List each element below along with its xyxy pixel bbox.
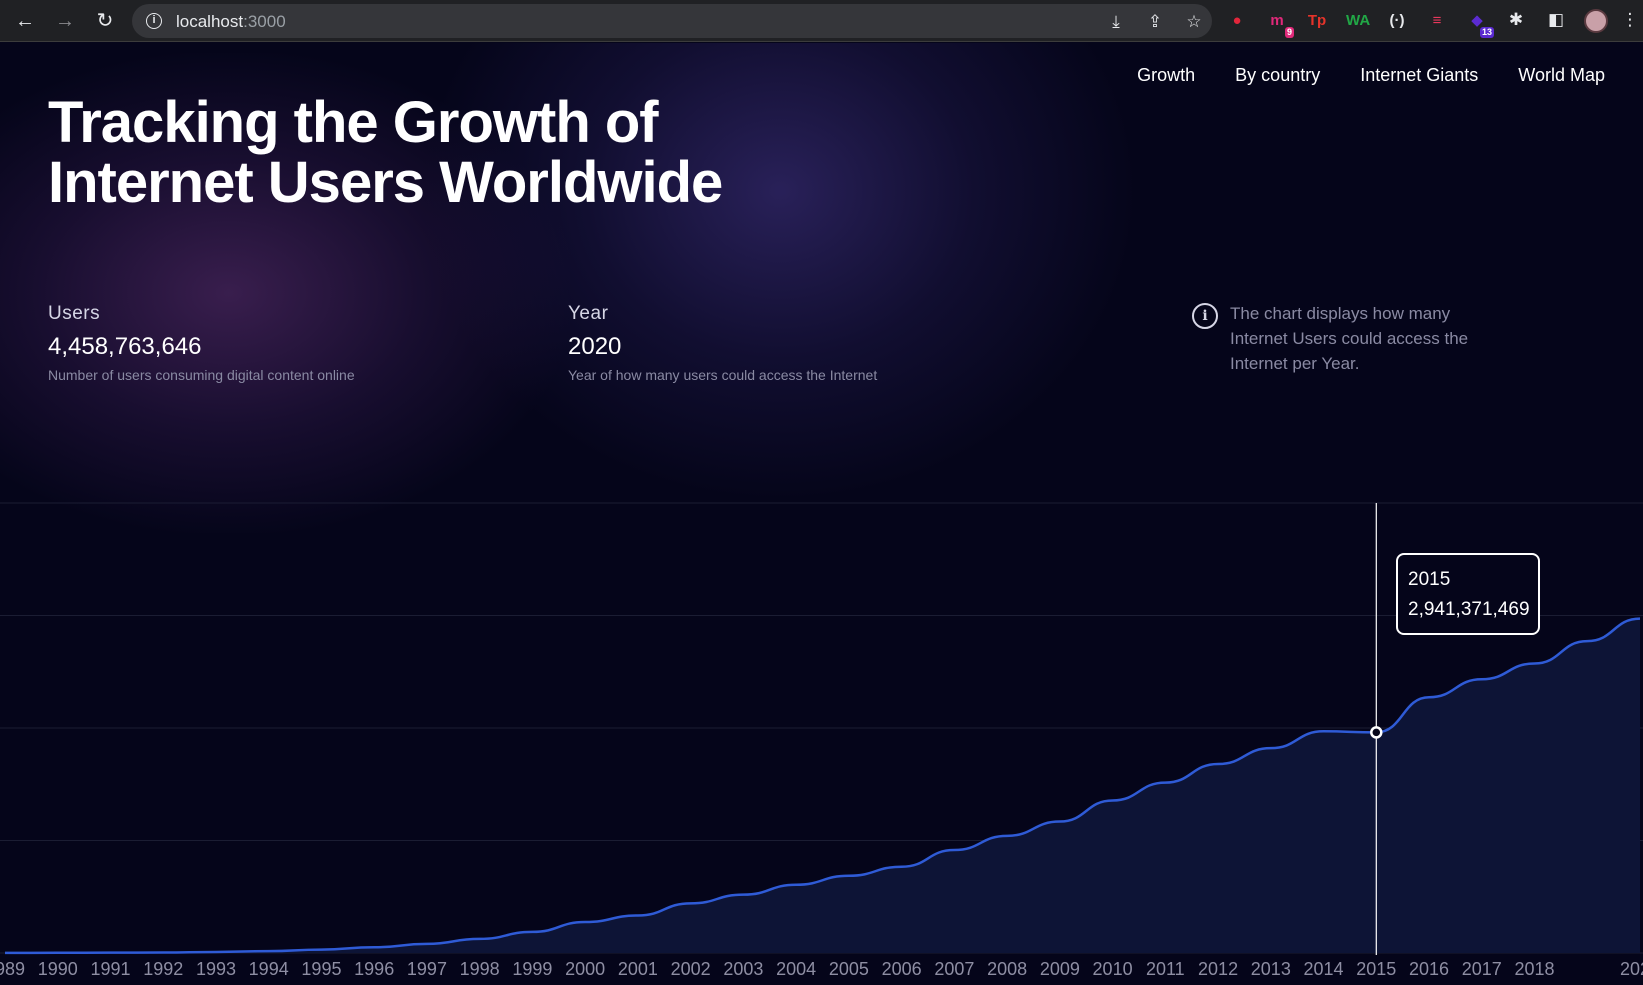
x-tick-label: 2006	[882, 959, 922, 979]
forward-arrow-icon[interactable]: →	[52, 8, 78, 34]
chart-tooltip: 2015 2,941,371,469	[1396, 553, 1540, 635]
x-tick-label: 2007	[934, 959, 974, 979]
x-tick-label: 2015	[1356, 959, 1396, 979]
x-tick-label: 1997	[407, 959, 447, 979]
bookmark-star-icon[interactable]: ☆	[1184, 12, 1204, 32]
x-tick-label: 2014	[1304, 959, 1344, 979]
x-tick-label: 2018	[1514, 959, 1554, 979]
browser-toolbar: ← → ↻ i localhost:3000 ⤓ ⇪ ☆ ● m 9 Tp WA (·) ≡…	[0, 0, 1643, 42]
tooltip-year: 2015	[1408, 569, 1451, 590]
x-tick-label: 2013	[1251, 959, 1291, 979]
adblock-extension-icon[interactable]: ●	[1226, 10, 1248, 32]
tooltip-value: 2,941,371,469	[1408, 599, 1530, 620]
x-tick-label: 2016	[1409, 959, 1449, 979]
x-tick-label: 1999	[512, 959, 552, 979]
reload-icon[interactable]: ↻	[92, 8, 118, 34]
extension-badge: 13	[1479, 27, 1494, 38]
url-port: :3000	[243, 12, 286, 31]
side-panel-icon[interactable]: ◧	[1546, 10, 1566, 30]
x-tick-label: 1995	[301, 959, 341, 979]
highlight-point	[1370, 726, 1383, 739]
x-tick-label: 1994	[249, 959, 289, 979]
page: Growth By country Internet Giants World …	[0, 43, 1643, 985]
x-tick-label: 2004	[776, 959, 816, 979]
x-tick-label: 1998	[460, 959, 500, 979]
extension-badge: 9	[1284, 27, 1294, 38]
x-tick-label: 2003	[723, 959, 763, 979]
profile-avatar[interactable]	[1584, 9, 1608, 33]
growth-chart[interactable]: 1989 1990 1991 1992 1993 1994 1995 1996 1997 1998…	[0, 43, 1643, 985]
x-tick-label: 2010	[1093, 959, 1133, 979]
x-tick-label: 2020	[1620, 959, 1643, 979]
share-icon[interactable]: ⇪	[1145, 12, 1165, 32]
browser-menu-icon[interactable]: ⋮	[1620, 10, 1640, 30]
address-bar[interactable]: i localhost:3000 ⤓ ⇪ ☆	[132, 4, 1212, 38]
x-tick-label: 2001	[618, 959, 658, 979]
purple-extension-icon[interactable]: ◆ 13	[1466, 10, 1494, 38]
x-tick-label: 2002	[671, 959, 711, 979]
stripes-extension-icon[interactable]: ≡	[1426, 10, 1448, 32]
x-tick-label: 1989	[0, 959, 25, 979]
series-area	[5, 618, 1640, 953]
x-tick-label: 2017	[1462, 959, 1502, 979]
x-tick-label: 1990	[38, 959, 78, 979]
x-tick-label: 2011	[1146, 959, 1185, 979]
x-tick-label: 1992	[143, 959, 183, 979]
m-extension-icon[interactable]: m9	[1266, 10, 1294, 38]
x-tick-label: 1996	[354, 959, 394, 979]
x-tick-label: 2008	[987, 959, 1027, 979]
url-host: localhost	[176, 12, 244, 31]
wa-extension-icon[interactable]: WA	[1346, 10, 1370, 32]
tp-extension-icon[interactable]: Tp	[1306, 10, 1328, 32]
url-text[interactable]: localhost:3000	[176, 12, 286, 32]
back-arrow-icon[interactable]: ←	[12, 8, 38, 34]
x-tick-label: 2000	[565, 959, 605, 979]
site-info-icon[interactable]: i	[146, 13, 162, 29]
x-tick-label: 1993	[196, 959, 236, 979]
x-tick-label: 2009	[1040, 959, 1080, 979]
install-app-icon[interactable]: ⤓	[1106, 12, 1126, 32]
extensions-puzzle-icon[interactable]: ✱	[1506, 10, 1526, 30]
circle-extension-icon[interactable]: (·)	[1386, 10, 1408, 32]
x-tick-label: 2012	[1198, 959, 1238, 979]
x-tick-label: 2005	[829, 959, 869, 979]
x-tick-label: 1991	[90, 959, 130, 979]
